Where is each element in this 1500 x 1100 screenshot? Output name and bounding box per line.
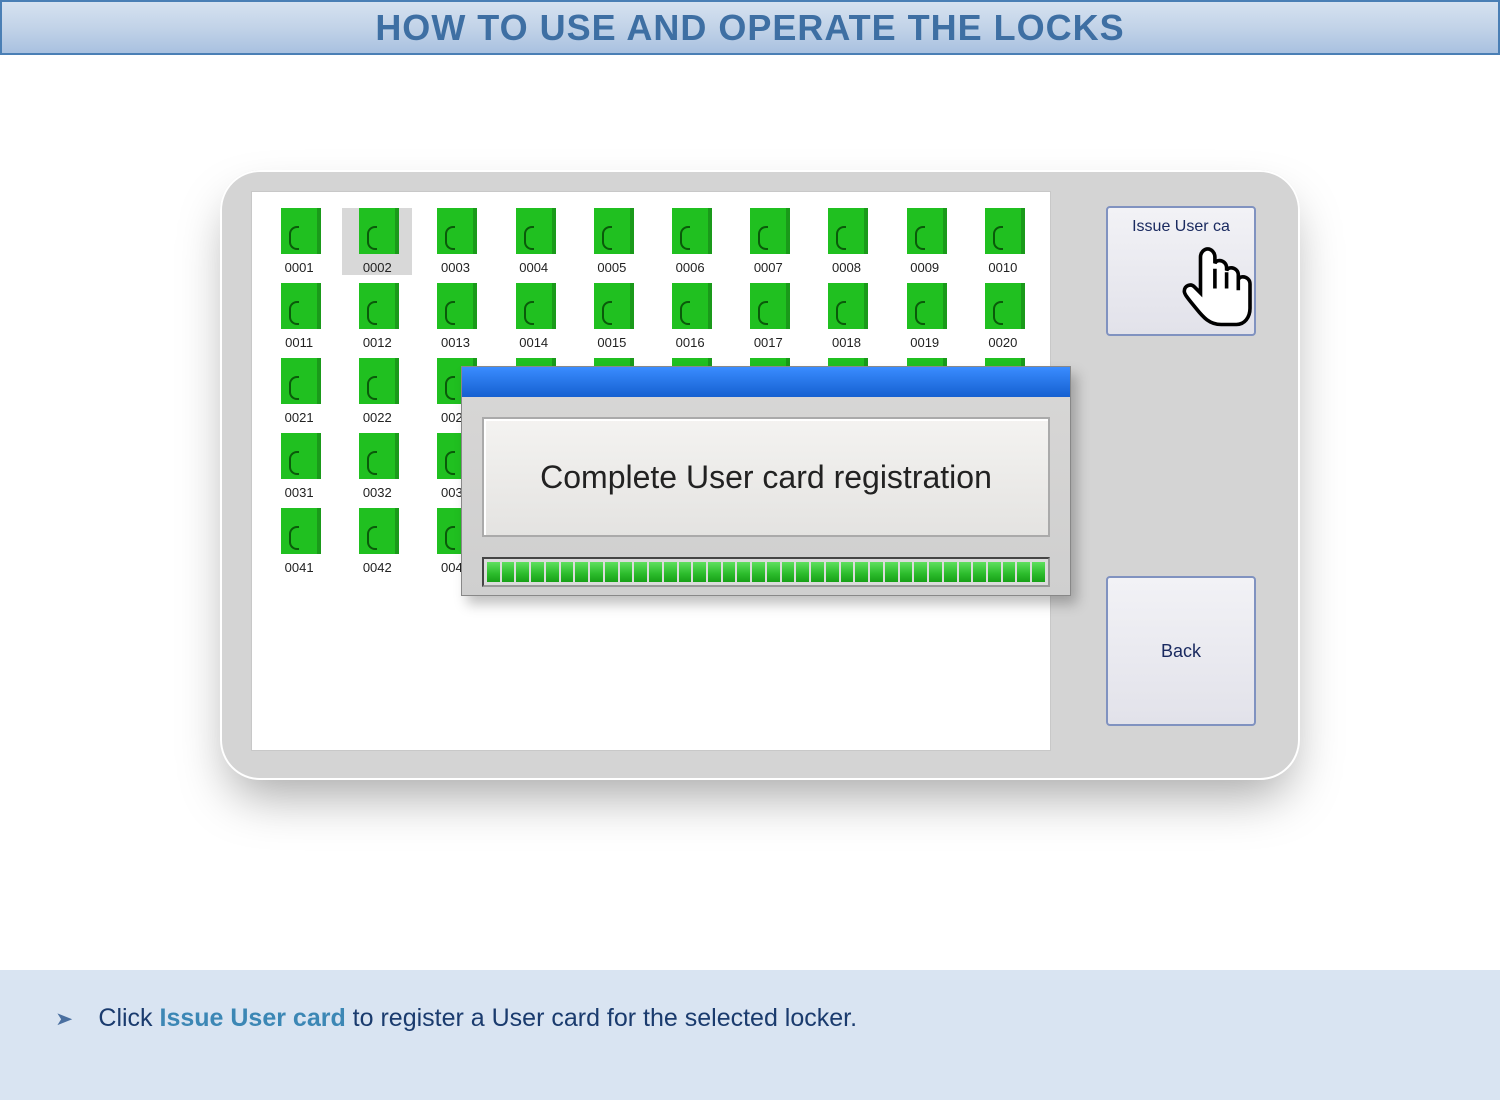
locker-0004[interactable]: 0004: [499, 208, 569, 275]
footer-text-prefix: Click: [98, 1004, 159, 1032]
locker-label: 0002: [363, 260, 392, 275]
locker-icon: [828, 208, 864, 254]
locker-icon: [281, 433, 317, 479]
locker-label: 0009: [910, 260, 939, 275]
locker-label: 0020: [988, 335, 1017, 350]
locker-icon: [359, 283, 395, 329]
locker-icon: [907, 208, 943, 254]
locker-0010[interactable]: 0010: [968, 208, 1038, 275]
locker-0001[interactable]: 0001: [264, 208, 334, 275]
locker-label: 0031: [285, 485, 314, 500]
locker-label: 0013: [441, 335, 470, 350]
locker-label: 0005: [597, 260, 626, 275]
instruction-footer: ➤ Click Issue User card to register a Us…: [0, 970, 1500, 1100]
locker-icon: [516, 283, 552, 329]
bullet-arrow-icon: ➤: [55, 1008, 73, 1030]
screenshot-frame: 0001 0002 0003 0004 0005 0006 0007 0008 0009 0010…: [220, 170, 1300, 780]
locker-0021[interactable]: 0021: [264, 358, 334, 425]
locker-icon: [359, 208, 395, 254]
locker-icon: [437, 208, 473, 254]
locker-0002[interactable]: 0002: [342, 208, 412, 275]
locker-label: 0008: [832, 260, 861, 275]
locker-0032[interactable]: 0032: [342, 433, 412, 500]
locker-icon: [672, 208, 708, 254]
locker-0017[interactable]: 0017: [733, 283, 803, 350]
locker-icon: [281, 508, 317, 554]
locker-icon: [437, 283, 473, 329]
locker-0022[interactable]: 0022: [342, 358, 412, 425]
back-button-label: Back: [1161, 641, 1201, 662]
locker-label: 0007: [754, 260, 783, 275]
pointer-cursor-icon: [1169, 243, 1259, 343]
locker-label: 0010: [988, 260, 1017, 275]
locker-0005[interactable]: 0005: [577, 208, 647, 275]
locker-label: 0032: [363, 485, 392, 500]
back-button[interactable]: Back: [1106, 576, 1256, 726]
locker-label: 0001: [285, 260, 314, 275]
locker-icon: [750, 208, 786, 254]
locker-0009[interactable]: 0009: [890, 208, 960, 275]
issue-button-label: Issue User ca: [1132, 218, 1230, 236]
locker-0018[interactable]: 0018: [811, 283, 881, 350]
footer-highlight: Issue User card: [160, 1004, 346, 1032]
locker-label: 0014: [519, 335, 548, 350]
locker-icon: [594, 208, 630, 254]
locker-0013[interactable]: 0013: [420, 283, 490, 350]
locker-icon: [359, 358, 395, 404]
locker-icon: [281, 208, 317, 254]
locker-icon: [359, 433, 395, 479]
issue-user-card-button[interactable]: Issue User ca: [1106, 206, 1256, 336]
locker-icon: [516, 208, 552, 254]
locker-0014[interactable]: 0014: [499, 283, 569, 350]
locker-icon: [750, 283, 786, 329]
locker-icon: [359, 508, 395, 554]
locker-0041[interactable]: 0041: [264, 508, 334, 575]
locker-label: 0011: [285, 335, 313, 350]
locker-0042[interactable]: 0042: [342, 508, 412, 575]
locker-0006[interactable]: 0006: [655, 208, 725, 275]
footer-text-suffix: to register a User card for the selected…: [346, 1004, 857, 1032]
locker-0012[interactable]: 0012: [342, 283, 412, 350]
locker-label: 0021: [285, 410, 314, 425]
locker-label: 0017: [754, 335, 783, 350]
registration-dialog: Complete User card registration: [461, 366, 1071, 596]
locker-0020[interactable]: 0020: [968, 283, 1038, 350]
locker-0015[interactable]: 0015: [577, 283, 647, 350]
locker-label: 0012: [363, 335, 392, 350]
locker-label: 0018: [832, 335, 861, 350]
locker-label: 0003: [441, 260, 470, 275]
locker-label: 0022: [363, 410, 392, 425]
locker-icon: [828, 283, 864, 329]
locker-0031[interactable]: 0031: [264, 433, 334, 500]
locker-0019[interactable]: 0019: [890, 283, 960, 350]
locker-label: 0016: [676, 335, 705, 350]
locker-icon: [907, 283, 943, 329]
locker-icon: [594, 283, 630, 329]
locker-0011[interactable]: 0011: [264, 283, 334, 350]
dialog-message: Complete User card registration: [482, 417, 1050, 537]
locker-0008[interactable]: 0008: [811, 208, 881, 275]
locker-label: 0041: [285, 560, 314, 575]
locker-0007[interactable]: 0007: [733, 208, 803, 275]
locker-label: 0019: [910, 335, 939, 350]
locker-0003[interactable]: 0003: [420, 208, 490, 275]
locker-label: 0004: [519, 260, 548, 275]
progress-bar: [482, 557, 1050, 587]
locker-icon: [281, 358, 317, 404]
locker-label: 0006: [676, 260, 705, 275]
locker-0016[interactable]: 0016: [655, 283, 725, 350]
page-title: HOW TO USE AND OPERATE THE LOCKS: [0, 0, 1500, 55]
locker-label: 0015: [597, 335, 626, 350]
locker-icon: [672, 283, 708, 329]
locker-icon: [281, 283, 317, 329]
locker-icon: [985, 283, 1021, 329]
locker-icon: [985, 208, 1021, 254]
dialog-titlebar: [462, 367, 1070, 397]
locker-label: 0042: [363, 560, 392, 575]
